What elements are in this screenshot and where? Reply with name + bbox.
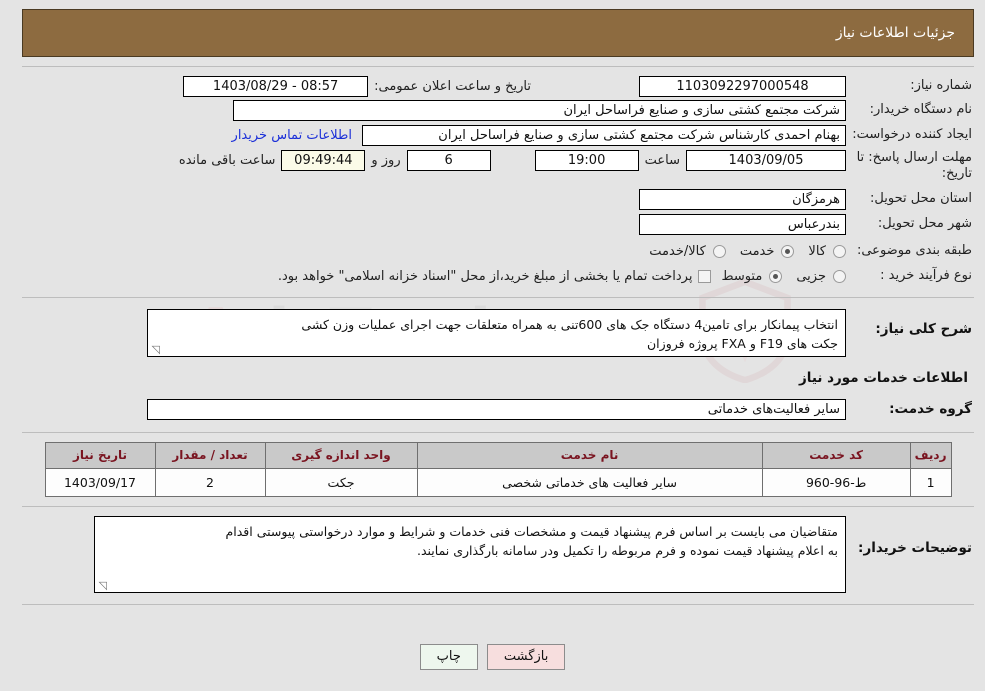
process-label: نوع فرآیند خرید : bbox=[880, 267, 972, 283]
th-service-name: نام خدمت bbox=[416, 441, 763, 469]
cell-unit: جکت bbox=[264, 467, 418, 497]
service-group-field: سایر فعالیت‌های خدماتی bbox=[147, 398, 846, 420]
radio-category-2[interactable] bbox=[712, 244, 726, 258]
items-table-section: ردیف کد خدمت نام خدمت واحد اندازه گیری ت… bbox=[22, 433, 974, 507]
category-label: طبقه بندی موضوعی: bbox=[856, 242, 972, 258]
radio-process-1-label: متوسط bbox=[721, 268, 763, 284]
description-line-2: جکت های F19 و FXA پروژه فروزان bbox=[647, 335, 838, 351]
radio-process-0[interactable] bbox=[833, 269, 846, 283]
radio-process-0-label: جزیی bbox=[796, 268, 826, 284]
treasury-checkbox[interactable] bbox=[698, 269, 712, 283]
remaining-time-field: 09:49:44 bbox=[281, 150, 366, 171]
cell-service-name: سایر فعالیت های خدماتی شخصی bbox=[416, 467, 763, 497]
buyer-org-label: نام دستگاه خریدار: bbox=[869, 102, 972, 118]
radio-category-0-label: کالا bbox=[808, 243, 826, 259]
announce-date-field: 08:57 - 1403/08/29 bbox=[183, 76, 369, 97]
row-process-type: نوع فرآیند خرید : جزیی متوسط پرداخت تمام… bbox=[22, 264, 974, 289]
remaining-days-field: 6 bbox=[406, 150, 491, 171]
th-need-date: تاریخ نیاز bbox=[44, 441, 156, 469]
th-quantity: تعداد / مقدار bbox=[154, 441, 266, 469]
description-section: شرح کلی نیاز: انتخاب پیمانکار برای تامین… bbox=[22, 298, 974, 433]
process-radio-group[interactable]: جزیی متوسط bbox=[711, 269, 846, 284]
treasury-note: پرداخت تمام یا بخشی از مبلغ خرید،از محل … bbox=[277, 268, 693, 284]
deadline-label: مهلت ارسال پاسخ: تا تاریخ: bbox=[856, 150, 972, 182]
services-section-title: اطلاعات خدمات مورد نیاز bbox=[798, 370, 968, 386]
province-field: هرمزگان bbox=[639, 188, 846, 210]
row-buyer-org: نام دستگاه خریدار: شرکت مجتمع کشتی سازی … bbox=[22, 98, 974, 123]
buyer-contact-link[interactable]: اطلاعات تماس خریدار bbox=[232, 128, 352, 143]
service-group-label: گروه خدمت: bbox=[889, 400, 972, 417]
row-need-number: شماره نیاز: 1103092297000548 تاریخ و ساع… bbox=[22, 73, 974, 98]
th-unit: واحد اندازه گیری bbox=[264, 441, 418, 469]
header-bar: جزئیات اطلاعات نیاز bbox=[22, 9, 974, 57]
th-service-code: کد خدمت bbox=[761, 441, 911, 469]
description-textarea[interactable]: انتخاب پیمانکار برای تامین4 دستگاه جک ها… bbox=[147, 308, 846, 357]
resize-grip-icon-notes[interactable]: ◹ bbox=[97, 580, 107, 591]
items-table: ردیف کد خدمت نام خدمت واحد اندازه گیری ت… bbox=[44, 441, 952, 497]
details-panel: شماره نیاز: 1103092297000548 تاریخ و ساع… bbox=[22, 66, 974, 605]
cell-row-no: 1 bbox=[909, 467, 952, 497]
page-title: جزئیات اطلاعات نیاز bbox=[835, 25, 955, 41]
row-deadline: مهلت ارسال پاسخ: تا تاریخ: 1403/09/05 سا… bbox=[22, 148, 974, 184]
back-button[interactable]: بازگشت bbox=[486, 644, 566, 670]
city-field: بندرعباس bbox=[639, 213, 846, 235]
deadline-time-label: ساعت bbox=[644, 153, 680, 168]
table-header-row: ردیف کد خدمت نام خدمت واحد اندازه گیری ت… bbox=[44, 441, 952, 469]
category-radio-group[interactable]: کالا خدمت کالا/خدمت bbox=[639, 244, 846, 259]
resize-grip-icon[interactable]: ◹ bbox=[150, 344, 160, 355]
radio-process-1[interactable] bbox=[769, 269, 783, 283]
radio-category-2-label: کالا/خدمت bbox=[649, 243, 706, 259]
province-label: استان محل تحویل: bbox=[870, 190, 972, 206]
row-service-group: گروه خدمت: سایر فعالیت‌های خدماتی bbox=[22, 397, 974, 422]
row-category: طبقه بندی موضوعی: کالا خدمت کالا/خدمت bbox=[22, 239, 974, 264]
row-description: شرح کلی نیاز: انتخاب پیمانکار برای تامین… bbox=[22, 308, 974, 358]
deadline-date-field: 1403/09/05 bbox=[686, 150, 846, 171]
cell-need-date: 1403/09/17 bbox=[44, 467, 156, 497]
need-number-field: 1103092297000548 bbox=[639, 76, 846, 97]
announce-date-label: تاریخ و ساعت اعلان عمومی: bbox=[374, 79, 531, 94]
cell-quantity: 2 bbox=[154, 467, 266, 497]
print-button[interactable]: چاپ bbox=[419, 644, 478, 670]
general-info-section: شماره نیاز: 1103092297000548 تاریخ و ساع… bbox=[22, 67, 974, 298]
radio-category-1-label: خدمت bbox=[739, 243, 775, 259]
th-row-no: ردیف bbox=[909, 441, 952, 469]
deadline-time-field: 19:00 bbox=[534, 150, 639, 171]
buyer-notes-line-1: متقاضیان می بایست بر اساس فرم پیشنهاد قی… bbox=[225, 523, 838, 539]
page-root: AriaTender.net جزئیات اطلاعات نیاز شماره… bbox=[0, 0, 985, 691]
row-city: شهر محل تحویل: بندرعباس bbox=[22, 212, 974, 237]
radio-category-1[interactable] bbox=[781, 244, 795, 258]
requester-label: ایجاد کننده درخواست: bbox=[852, 127, 972, 143]
description-label: شرح کلی نیاز: bbox=[875, 320, 972, 337]
row-buyer-notes: توضیحات خریدار: متقاضیان می بایست بر اسا… bbox=[22, 515, 974, 594]
row-requester: ایجاد کننده درخواست: بهنام احمدی کارشناس… bbox=[22, 123, 974, 148]
button-bar: بازگشت چاپ bbox=[0, 644, 985, 670]
buyer-notes-label: توضیحات خریدار: bbox=[858, 539, 972, 556]
radio-category-0[interactable] bbox=[833, 244, 846, 258]
remaining-suffix-label: ساعت باقی مانده bbox=[178, 153, 276, 168]
need-number-label: شماره نیاز: bbox=[910, 78, 972, 94]
cell-service-code: ط-96-960 bbox=[761, 467, 911, 497]
buyer-notes-section: توضیحات خریدار: متقاضیان می بایست بر اسا… bbox=[22, 507, 974, 605]
city-label: شهر محل تحویل: bbox=[877, 215, 972, 231]
table-row: 1 ط-96-960 سایر فعالیت های خدماتی شخصی ج… bbox=[44, 467, 952, 497]
row-services-title: اطلاعات خدمات مورد نیاز bbox=[22, 366, 974, 391]
remaining-days-label: روز و bbox=[371, 153, 401, 168]
buyer-notes-line-2: به اعلام پیشنهاد قیمت نموده و فرم مربوطه… bbox=[416, 542, 838, 558]
buyer-org-field: شرکت مجتمع کشتی سازی و صنایع فراساحل ایر… bbox=[233, 100, 846, 121]
buyer-notes-textarea[interactable]: متقاضیان می بایست بر اساس فرم پیشنهاد قی… bbox=[94, 515, 846, 593]
description-line-1: انتخاب پیمانکار برای تامین4 دستگاه جک ها… bbox=[301, 316, 838, 332]
row-province: استان محل تحویل: هرمزگان bbox=[22, 187, 974, 212]
requester-field: بهنام احمدی کارشناس شرکت مجتمع کشتی سازی… bbox=[362, 125, 846, 146]
